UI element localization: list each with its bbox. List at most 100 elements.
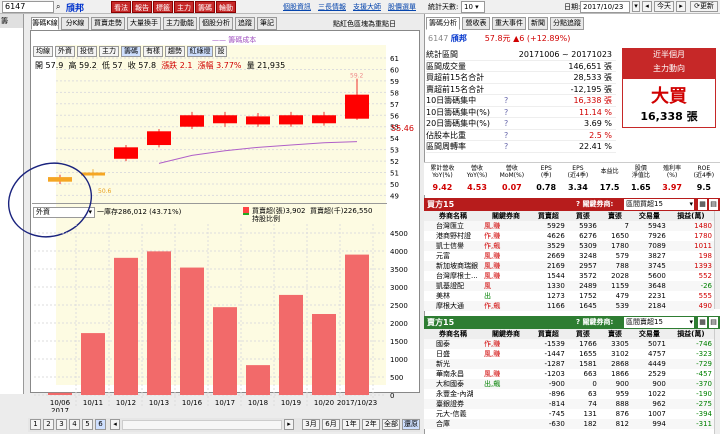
tab-branch-track[interactable]: 分點追蹤 <box>550 17 584 30</box>
update-button[interactable]: ⟳更新 <box>690 1 718 12</box>
table-row[interactable]: 港商野村證 作,賺 4626 6276 1650 7926 1780 <box>424 231 714 241</box>
days-select[interactable]: 10 ▾ <box>461 1 485 13</box>
sell-filter-select[interactable]: 區間賣超15 ▾ <box>624 317 694 328</box>
column-header[interactable]: 損益(萬) <box>667 211 714 221</box>
volume-bar[interactable] <box>147 251 171 395</box>
buy-table-scrollbar[interactable] <box>714 211 720 309</box>
range-2y-button[interactable]: 2年 <box>362 419 380 430</box>
link-price-menu[interactable]: 股價選單 <box>388 2 416 12</box>
volume-bar[interactable] <box>345 254 369 395</box>
volume-bar[interactable] <box>180 267 204 395</box>
table-row[interactable]: 台灣摩根士... 風,賺 1544 3572 2028 5600 552 <box>424 271 714 281</box>
volume-bar[interactable] <box>48 392 72 395</box>
column-header[interactable]: 買賣超 <box>530 329 567 339</box>
range-6m-button[interactable]: 6月 <box>322 419 340 430</box>
page-button-3[interactable]: 3 <box>56 419 67 430</box>
sell-grid-icon[interactable]: ▦ <box>698 317 707 328</box>
sell-list-icon[interactable]: ▤ <box>709 317 718 328</box>
volume-bar[interactable] <box>312 314 336 395</box>
table-row[interactable]: 國泰 作,賺 -1539 1766 3305 5071 -746 <box>424 339 714 349</box>
column-header[interactable]: 損益(萬) <box>667 329 714 339</box>
search-icon[interactable]: ⌕ <box>56 2 60 12</box>
sidebar-item-edge[interactable]: 籌 <box>0 14 23 28</box>
table-row[interactable]: 元富 風,賺 2669 3248 579 3827 198 <box>424 251 714 261</box>
column-header[interactable]: 券商名稱 <box>424 329 482 339</box>
table-row[interactable]: 臺銀證券 -814 74 888 962 -275 <box>424 399 714 409</box>
toolbar-button-3[interactable]: 標籤 <box>153 1 173 13</box>
stock-code-input[interactable]: 6147 <box>2 1 54 13</box>
buy-grid-icon[interactable]: ▦ <box>698 199 707 210</box>
next-date-button[interactable]: ▸ <box>676 1 686 12</box>
help-icon[interactable]: ? <box>504 118 508 130</box>
range-all-button[interactable]: 全部 <box>382 419 400 430</box>
buy-list-icon[interactable]: ▤ <box>709 199 718 210</box>
candle-body[interactable] <box>180 115 204 127</box>
buy-filter-select[interactable]: 區間買超15 ▾ <box>624 199 694 210</box>
scrollbar-track[interactable] <box>122 420 282 430</box>
candle-body[interactable] <box>147 131 171 146</box>
tab-news[interactable]: 新聞 <box>528 17 548 30</box>
column-header[interactable]: 關鍵券商 <box>482 329 530 339</box>
candle-body[interactable] <box>246 116 270 125</box>
tab-track[interactable]: 追蹤 <box>235 17 255 30</box>
calendar-icon[interactable]: ▾ <box>632 1 640 12</box>
link-report[interactable]: 三長情報 <box>318 2 346 12</box>
table-row[interactable]: 大和國泰 出,飆 -900 0 900 900 -370 <box>424 379 714 389</box>
volume-bar[interactable] <box>213 307 237 395</box>
table-row[interactable]: 華南永昌 風,賺 -1203 663 1866 2529 -457 <box>424 369 714 379</box>
tab-chip-analysis[interactable]: 籌碼分析 <box>426 17 460 30</box>
table-row[interactable]: 美林 出 1273 1752 479 2231 555 <box>424 291 714 301</box>
page-button-5[interactable]: 5 <box>82 419 93 430</box>
table-row[interactable]: 摩根大通 作,飆 1166 1645 539 2184 490 <box>424 301 714 311</box>
toolbar-button-6[interactable]: 輪動 <box>216 1 236 13</box>
column-header[interactable]: 關鍵券商 <box>482 211 530 221</box>
tab-stock-analysis[interactable]: 個股分析 <box>199 17 233 30</box>
tab-volume-turnover[interactable]: 大量換手 <box>127 17 161 30</box>
volume-bar[interactable] <box>114 257 138 395</box>
candle-body[interactable] <box>279 115 303 125</box>
table-row[interactable]: 元大-信義 -745 131 876 1007 -394 <box>424 409 714 419</box>
link-support[interactable]: 支援大師 <box>353 2 381 12</box>
column-header[interactable]: 交易量 <box>631 211 668 221</box>
candle-body[interactable] <box>345 94 369 119</box>
volume-bar[interactable] <box>279 294 303 395</box>
table-row[interactable]: 新光 -1287 1581 2868 4449 -729 <box>424 359 714 369</box>
table-row[interactable]: 永豐金-內湖 -896 63 959 1022 -190 <box>424 389 714 399</box>
scroll-left-icon[interactable]: ◂ <box>110 419 120 430</box>
table-row[interactable]: 凱士信譽 作,飆 3529 5309 1780 7089 1011 <box>424 241 714 251</box>
candle-body[interactable] <box>213 115 237 124</box>
table-row[interactable]: 合庫 -630 182 812 994 -311 <box>424 419 714 429</box>
tab-trade-trend[interactable]: 買賣走勢 <box>91 17 125 30</box>
page-button-4[interactable]: 4 <box>69 419 80 430</box>
candle-body[interactable] <box>114 147 138 159</box>
tab-revenue[interactable]: 營收表 <box>462 17 490 30</box>
volume-bar[interactable] <box>246 365 270 395</box>
help-icon[interactable]: ? <box>504 141 508 153</box>
toolbar-button-5[interactable]: 籌碼 <box>195 1 215 13</box>
tab-main-force[interactable]: 主力動能 <box>163 17 197 30</box>
table-row[interactable]: 新加坡商瑞銀 風,賺 2169 2957 788 3745 1393 <box>424 261 714 271</box>
range-1y-button[interactable]: 1年 <box>342 419 360 430</box>
tab-notes[interactable]: 筆記 <box>257 17 277 30</box>
column-header[interactable]: 賣張 <box>598 329 631 339</box>
toolbar-button-2[interactable]: 報告 <box>132 1 152 13</box>
tab-chip-k[interactable]: 籌碼K線 <box>31 17 59 30</box>
restore-button[interactable]: 還原 <box>402 419 420 430</box>
table-row[interactable]: 台灣匯立 風,賺 5929 5936 7 5943 1480 <box>424 221 714 231</box>
tab-minute-k[interactable]: 分K線 <box>61 17 89 30</box>
candle-body[interactable] <box>312 115 336 124</box>
toolbar-button-1[interactable]: 看法 <box>111 1 131 13</box>
help-icon[interactable]: ? <box>504 107 508 119</box>
column-header[interactable]: 買張 <box>566 329 599 339</box>
column-header[interactable]: 賣張 <box>598 211 631 221</box>
range-3m-button[interactable]: 3月 <box>302 419 320 430</box>
link-stock-info[interactable]: 個股資訊 <box>283 2 311 12</box>
column-header[interactable]: 買張 <box>566 211 599 221</box>
column-header[interactable]: 交易量 <box>631 329 668 339</box>
toolbar-button-4[interactable]: 主力 <box>174 1 194 13</box>
sell-table-scrollbar[interactable] <box>714 329 720 434</box>
column-header[interactable]: 買賣超 <box>530 211 567 221</box>
volume-bar[interactable] <box>81 333 105 395</box>
page-button-6[interactable]: 6 <box>95 419 106 430</box>
today-button[interactable]: 今天 <box>654 1 674 12</box>
